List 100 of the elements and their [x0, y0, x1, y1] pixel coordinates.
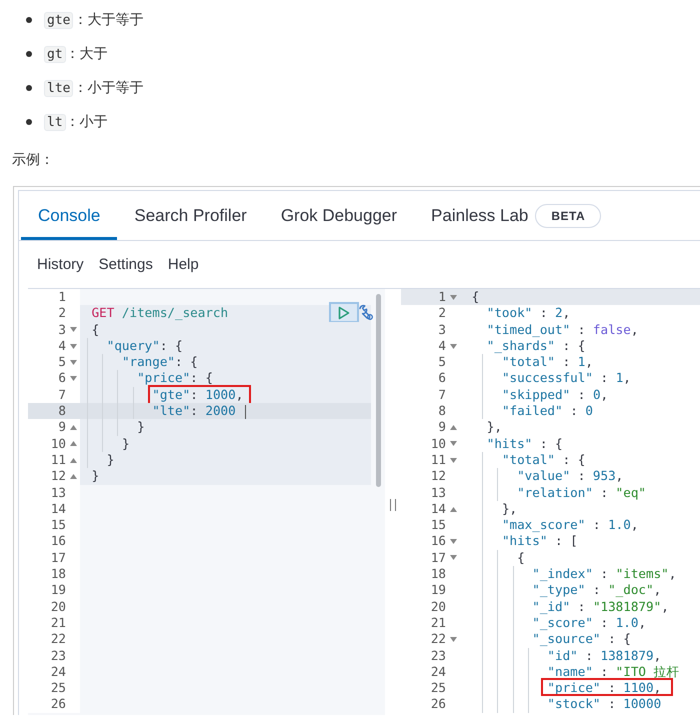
- line-number: 8: [438, 403, 446, 420]
- list-text: ：大于等于: [73, 11, 144, 29]
- line-number: 26: [430, 696, 446, 713]
- fold-arrow-icon[interactable]: [70, 441, 76, 446]
- list-text: ：大于: [66, 45, 108, 63]
- example-label: 示例：: [12, 151, 55, 170]
- line-number: 2: [58, 305, 66, 322]
- code-line: {: [92, 322, 100, 337]
- line-number: 25: [430, 680, 446, 696]
- code-line: "relation" : "eq": [516, 484, 646, 500]
- code-line: "lte": 2000: [151, 403, 236, 418]
- wrench-icon[interactable]: [357, 304, 375, 322]
- tab[interactable]: Console: [21, 191, 118, 240]
- code-line: "range": {: [120, 354, 198, 370]
- code-line: "_score" : 1.0,: [531, 614, 646, 630]
- fold-arrow-icon[interactable]: [450, 344, 456, 349]
- line-number: 20: [430, 598, 446, 615]
- line-number: 12: [430, 468, 446, 485]
- fold-arrow-icon[interactable]: [450, 425, 456, 430]
- code-line: "total" : 1,: [500, 354, 593, 370]
- code-line: "stock" : 10000: [546, 696, 662, 712]
- line-number: 11: [430, 452, 446, 468]
- line-number: 20: [50, 598, 66, 615]
- code-line: "_index" : "items",: [531, 566, 676, 582]
- fold-arrow-icon[interactable]: [450, 506, 456, 512]
- line-number: 14: [430, 500, 446, 518]
- line-number: 2: [438, 305, 446, 322]
- code-line: "took" : 2,: [486, 305, 570, 320]
- line-number: 14: [50, 500, 66, 518]
- menu-item[interactable]: Help: [162, 256, 205, 273]
- code-line: }: [120, 436, 130, 451]
- line-number: 15: [50, 517, 66, 534]
- run-button[interactable]: [329, 302, 359, 324]
- beta-badge: BETA: [535, 204, 602, 228]
- inline-code: gte: [44, 12, 74, 28]
- line-number: 24: [50, 664, 66, 680]
- fold-arrow-icon[interactable]: [70, 474, 76, 479]
- scrollbar-thumb[interactable]: [376, 294, 381, 487]
- code-line: "query": {: [106, 338, 183, 353]
- inline-code: lte: [44, 80, 74, 96]
- fold-arrow-icon[interactable]: [70, 376, 76, 382]
- code-line: "hits" : {: [486, 436, 563, 451]
- fold-arrow-icon[interactable]: [70, 425, 76, 430]
- code-line: },: [486, 419, 502, 434]
- list-text: ：小于等于: [73, 79, 144, 97]
- menu-item[interactable]: Settings: [92, 256, 159, 273]
- code-line: },: [500, 500, 518, 516]
- code-line: "price" : 1100,: [472, 680, 662, 696]
- menu-item[interactable]: History: [31, 256, 90, 273]
- line-number: 26: [50, 696, 66, 713]
- line-number: 13: [50, 484, 66, 501]
- fold-arrow-icon[interactable]: [70, 458, 76, 463]
- code-line: "timed_out" : false,: [486, 322, 638, 337]
- line-number: 22: [50, 631, 66, 648]
- code-line: "value" : 953,: [516, 468, 624, 484]
- tab[interactable]: Search Profiler: [117, 191, 264, 240]
- fold-arrow-icon[interactable]: [70, 360, 76, 365]
- fold-arrow-icon[interactable]: [70, 344, 76, 349]
- code-line: "skipped" : 0,: [500, 386, 608, 402]
- request-editor[interactable]: 1 2 GET /items/_search 3 { 4 "query": { 5 "range": { 6 "price": { 7 "gte": 1000, 8 "lte": 2000 9 } 10 } 11 } 12 } 13 14 15 16 17 18 19 20 21 22 23 24 25 26: [28, 289, 385, 715]
- fold-arrow-icon[interactable]: [450, 539, 456, 544]
- code-line: "_shards" : {: [486, 338, 586, 353]
- code-line: "total" : {: [500, 452, 586, 467]
- line-number: 1: [58, 289, 66, 306]
- bullet-icon: [26, 51, 32, 57]
- code-line: }: [106, 452, 114, 467]
- line-number: 25: [50, 680, 66, 696]
- bullet-icon: [26, 85, 32, 91]
- code-line: }: [136, 419, 145, 434]
- line-number: 16: [430, 533, 446, 550]
- code-line: "_id" : "1381879",: [531, 598, 669, 614]
- line-number: 1: [438, 289, 446, 306]
- line-number: 23: [50, 648, 66, 664]
- line-number: 3: [438, 322, 446, 338]
- line-number: 19: [430, 582, 446, 599]
- fold-arrow-icon[interactable]: [70, 327, 76, 332]
- code-line: "id" : 1381879,: [546, 648, 662, 663]
- tab[interactable]: Grok Debugger: [264, 191, 414, 240]
- line-number: 9: [58, 419, 66, 436]
- line-number: 9: [438, 419, 446, 436]
- line-number: 17: [50, 550, 66, 566]
- code-line: "successful" : 1,: [500, 370, 631, 386]
- fold-arrow-icon[interactable]: [450, 458, 456, 463]
- fold-arrow-icon[interactable]: [450, 294, 456, 300]
- bullet-icon: [26, 119, 32, 125]
- line-number: 23: [430, 648, 446, 664]
- line-number: 24: [430, 664, 446, 680]
- line-number: 11: [50, 452, 66, 468]
- line-number: 13: [430, 484, 446, 501]
- fold-arrow-icon[interactable]: [450, 636, 456, 642]
- line-number: 6: [58, 370, 66, 387]
- resize-handle[interactable]: [390, 499, 396, 511]
- code-line: "name" : "ITO 拉杆: [546, 664, 680, 679]
- line-number: 5: [438, 354, 446, 370]
- fold-arrow-icon[interactable]: [450, 555, 456, 560]
- code-line: "_type" : "_doc",: [531, 582, 662, 598]
- inline-code: lt: [44, 114, 66, 130]
- line-number: 4: [58, 338, 66, 354]
- line-number: 12: [50, 468, 66, 485]
- fold-arrow-icon[interactable]: [450, 441, 456, 446]
